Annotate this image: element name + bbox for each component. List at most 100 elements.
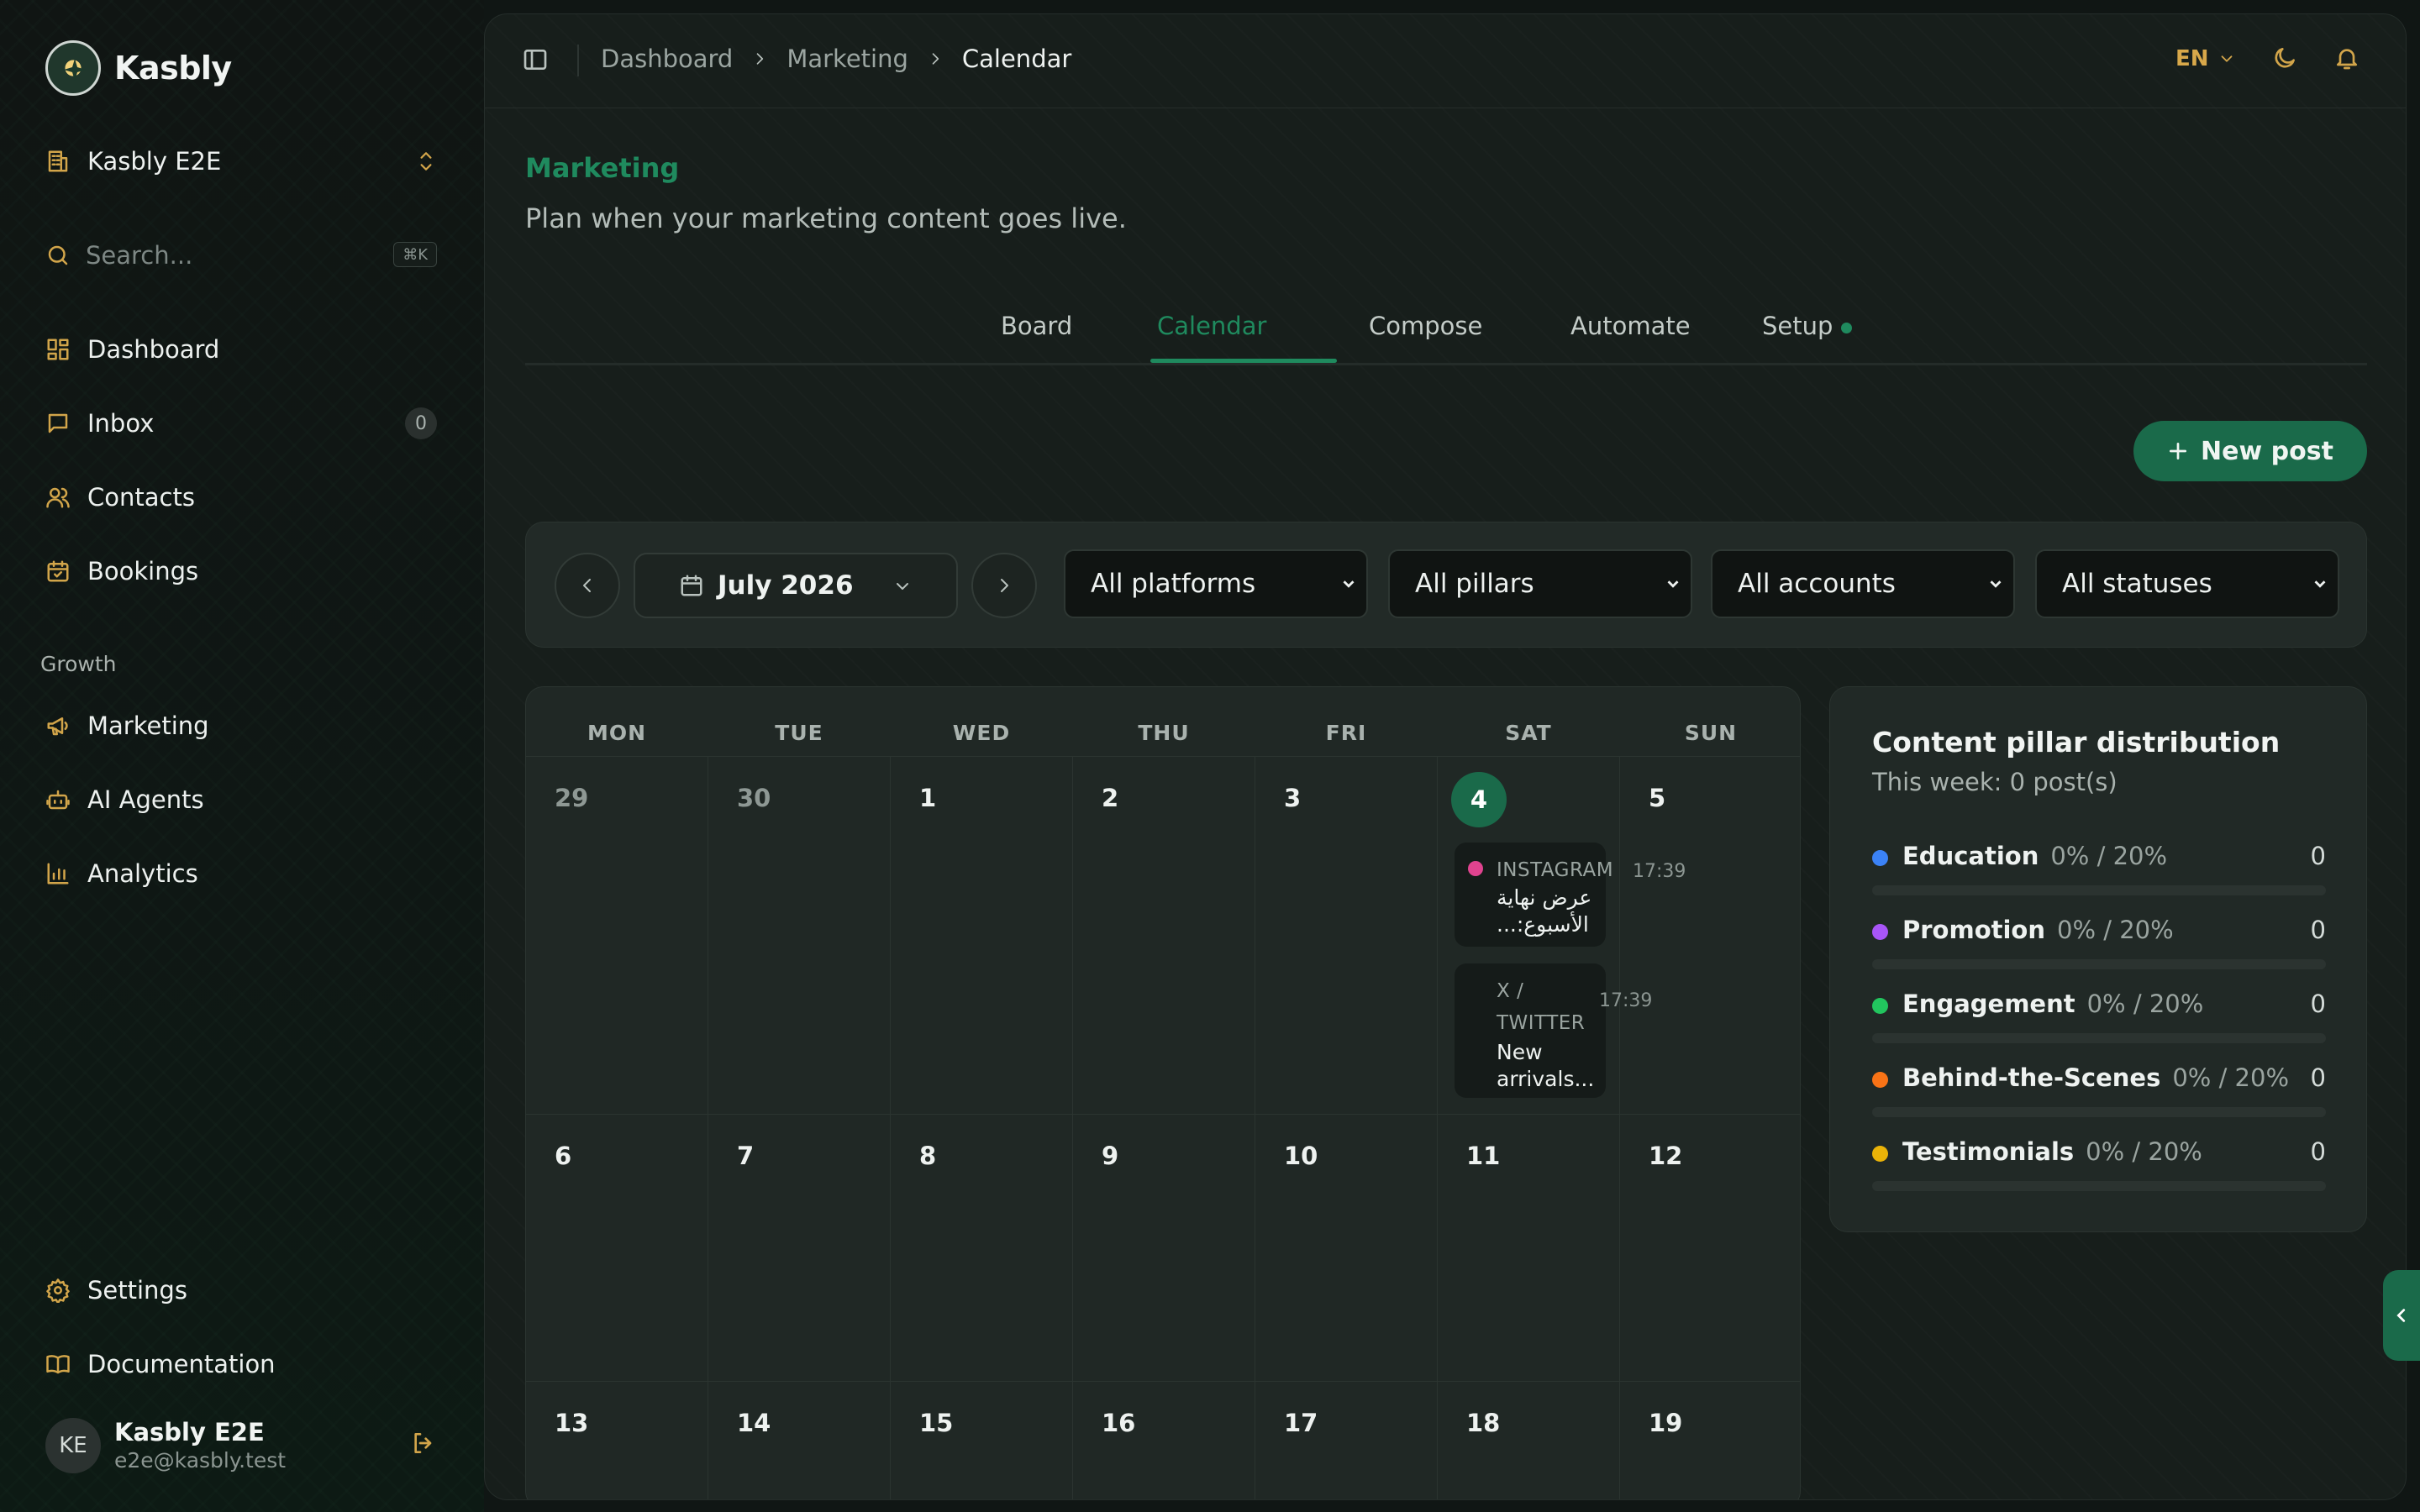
chevron-left-icon <box>2396 1309 2406 1322</box>
day-cell[interactable]: 12 <box>1620 1114 1800 1381</box>
chevron-down-icon <box>897 583 908 590</box>
logout-icon[interactable] <box>410 1430 437 1457</box>
org-switcher[interactable]: Kasbly E2E <box>45 143 437 180</box>
search-icon <box>48 245 68 265</box>
day-number: 18 <box>1466 1409 1501 1437</box>
moon-icon[interactable] <box>2271 45 2298 71</box>
day-cell[interactable]: 17 <box>1255 1381 1438 1499</box>
pillar-progress-bar <box>1872 1033 2326 1043</box>
chevron-right-icon <box>932 53 939 65</box>
book-icon <box>46 1355 70 1374</box>
pillar-filter[interactable]: All pillars <box>1388 549 1692 618</box>
setup-status-dot <box>1841 322 1853 333</box>
day-cell[interactable]: 14 <box>708 1381 891 1499</box>
chevron-left-icon <box>583 579 591 592</box>
brand[interactable]: Kasbly <box>45 40 232 96</box>
calendar-icon <box>681 575 702 596</box>
day-cell[interactable]: 29 <box>526 756 708 1114</box>
day-cell[interactable]: 13 <box>526 1381 708 1499</box>
previous-month-button[interactable] <box>555 553 620 618</box>
pillar-progress-bar <box>1872 1181 2326 1191</box>
day-cell[interactable]: 3 <box>1255 756 1438 1114</box>
day-cell[interactable]: 9 <box>1073 1114 1255 1381</box>
scheduled-post[interactable]: X / TWITTER 17:39 New arrivals... <box>1455 963 1652 1098</box>
pillar-percent: 0% / 20% <box>2050 842 2168 870</box>
day-cell[interactable]: 15 <box>891 1381 1073 1499</box>
day-cell[interactable]: 30 <box>708 756 891 1114</box>
sidebar-item-settings[interactable]: Settings <box>45 1267 437 1314</box>
day-cell[interactable]: 11 <box>1438 1114 1620 1381</box>
pillar-name: Promotion <box>1902 916 2045 944</box>
filter-bar: July 2026 All platforms All pillars All … <box>525 522 2367 648</box>
day-number: 9 <box>1102 1142 1119 1170</box>
tab-compose[interactable]: Compose <box>1369 312 1482 340</box>
search-shortcut: ⌘K <box>393 242 437 267</box>
day-cell[interactable]: 2 <box>1073 756 1255 1114</box>
breadcrumb-dashboard[interactable]: Dashboard <box>601 45 733 73</box>
sidebar-item-contacts[interactable]: Contacts <box>45 474 437 521</box>
post-preview: عرض نهاية الأسبوع:... <box>1497 885 1592 937</box>
tab-board[interactable]: Board <box>1001 312 1072 340</box>
sidebar-item-bookings[interactable]: Bookings <box>45 548 437 595</box>
breadcrumb-marketing[interactable]: Marketing <box>786 45 908 73</box>
day-cell[interactable]: 1 <box>891 756 1073 1114</box>
calendar-check-icon <box>47 560 69 582</box>
day-number: 6 <box>555 1142 572 1170</box>
day-cell[interactable]: 6 <box>526 1114 708 1381</box>
day-number: 30 <box>737 784 771 812</box>
main-panel: Dashboard Marketing Calendar EN Marketin… <box>484 13 2407 1500</box>
account-filter[interactable]: All accounts <box>1711 549 2015 618</box>
tab-automate[interactable]: Automate <box>1570 312 1691 340</box>
post-platform: X / TWITTER <box>1497 980 1586 1034</box>
bell-icon[interactable] <box>2333 45 2360 71</box>
sidebar: Kasbly Kasbly E2E Search... ⌘K Dashboard… <box>0 0 484 1512</box>
pillar-count: 0 <box>2310 1137 2326 1166</box>
breadcrumb-calendar: Calendar <box>961 45 1072 73</box>
sidebar-item-ai-agents[interactable]: AI Agents <box>45 776 437 823</box>
day-number: 17 <box>1284 1409 1318 1437</box>
sidebar-item-analytics[interactable]: Analytics <box>45 850 437 897</box>
plus-icon <box>2170 442 2187 460</box>
scheduled-post[interactable]: INSTAGRAM 17:39 عرض نهاية الأسبوع:... <box>1455 843 1686 947</box>
sidebar-item-documentation[interactable]: Documentation <box>45 1341 437 1388</box>
day-cell[interactable]: 16 <box>1073 1381 1255 1499</box>
pillar-count: 0 <box>2310 1063 2326 1092</box>
day-cell[interactable]: 18 <box>1438 1381 1620 1499</box>
day-cell-today[interactable]: 4 INSTAGRAM 17:39 عرض نهاية الأسبوع:... … <box>1438 756 1686 1114</box>
day-number: 19 <box>1649 1409 1683 1437</box>
sidebar-item-marketing[interactable]: Marketing <box>45 702 437 749</box>
account-filter-value: All accounts <box>1738 569 1896 599</box>
tab-setup[interactable]: Setup <box>1762 312 1853 340</box>
post-platform: INSTAGRAM <box>1497 859 1614 881</box>
sidebar-item-label: Settings <box>87 1276 187 1305</box>
side-panel-toggle[interactable] <box>2383 1270 2420 1361</box>
next-month-button[interactable] <box>971 553 1037 618</box>
weekday-header: THU <box>1138 721 1190 745</box>
sidebar-item-dashboard[interactable]: Dashboard <box>45 326 437 373</box>
building-icon <box>48 150 68 172</box>
user-profile[interactable]: KE Kasbly E2E e2e@kasbly.test <box>45 1416 437 1480</box>
inbox-icon <box>48 413 68 433</box>
search-box[interactable]: Search... ⌘K <box>45 239 437 272</box>
chevron-right-icon <box>1001 579 1008 592</box>
month-picker[interactable]: July 2026 <box>634 553 958 618</box>
day-cell[interactable]: 10 <box>1255 1114 1438 1381</box>
pillar-count: 0 <box>2310 842 2326 870</box>
day-cell[interactable]: 19 <box>1620 1381 1800 1499</box>
sidebar-toggle-icon[interactable] <box>522 46 549 73</box>
day-cell[interactable]: 5 <box>1620 756 1800 1114</box>
language-switcher[interactable]: EN <box>2175 46 2236 71</box>
day-cell[interactable]: 8 <box>891 1114 1073 1381</box>
new-post-button[interactable]: New post <box>2133 421 2367 481</box>
status-filter[interactable]: All statuses <box>2035 549 2339 618</box>
pillar-name: Behind-the-Scenes <box>1902 1063 2161 1092</box>
sidebar-item-inbox[interactable]: Inbox 0 <box>45 400 437 447</box>
pillar-name: Engagement <box>1902 990 2075 1018</box>
tab-calendar[interactable]: Calendar <box>1157 312 1266 340</box>
sidebar-item-label: Analytics <box>87 859 198 888</box>
chevron-down-icon <box>1990 580 2002 588</box>
weekday-header: FRI <box>1325 721 1367 745</box>
pillar-progress-bar <box>1872 1107 2326 1117</box>
platform-filter[interactable]: All platforms <box>1064 549 1368 618</box>
day-cell[interactable]: 7 <box>708 1114 891 1381</box>
